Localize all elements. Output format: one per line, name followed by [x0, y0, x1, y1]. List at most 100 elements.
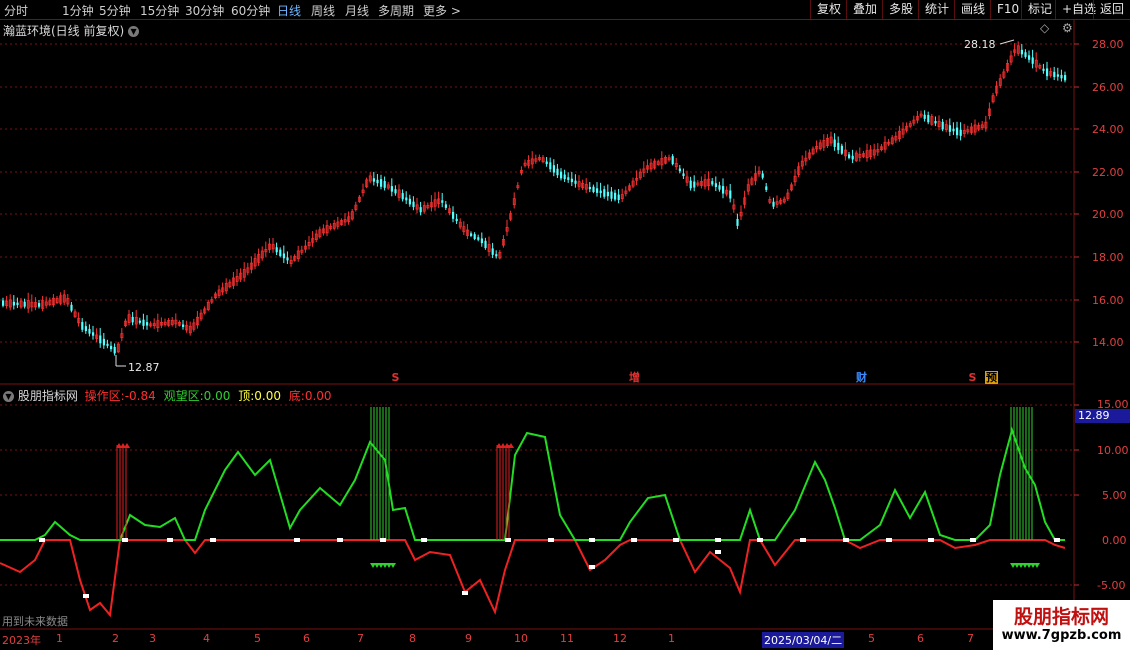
zero-marker [337, 538, 343, 542]
candle-body [1064, 75, 1067, 81]
date-tick: 5 [254, 632, 261, 645]
candle-body [1024, 52, 1027, 57]
price-tick: 28.00 [1092, 38, 1124, 51]
signal-arrow [390, 563, 396, 568]
zero-marker [1054, 538, 1060, 542]
candle-body [113, 346, 116, 354]
watermark-title: 股朋指标网 [1013, 606, 1109, 628]
indicator-tick: -5.00 [1097, 579, 1126, 592]
event-marker-increase[interactable]: 增 [628, 371, 641, 384]
candle-body [146, 322, 149, 326]
candle-body [952, 128, 955, 132]
candle-body [837, 142, 840, 151]
signal-arrow [1034, 563, 1040, 568]
candle-body [477, 237, 480, 240]
candle-body [718, 185, 721, 190]
candle-body [772, 201, 775, 207]
top-label: 顶: [238, 389, 255, 403]
point-marker [715, 550, 721, 554]
zero-marker [843, 538, 849, 542]
zero-marker [39, 538, 45, 542]
candle-body [714, 183, 717, 188]
gear-icon[interactable]: ⚙ [1062, 21, 1073, 35]
candle-body [455, 218, 458, 222]
watermark-url: www.7gpzb.com [1001, 628, 1122, 643]
candle-body [110, 345, 113, 350]
candle-body [92, 332, 95, 336]
candle-body [279, 249, 282, 256]
candle-body [549, 162, 552, 170]
watch-zone-label: 观望区: [163, 389, 204, 403]
indicator-positive-line [0, 426, 1065, 541]
candle-body [138, 320, 141, 323]
price-tick: 16.00 [1092, 294, 1124, 307]
candle-body [570, 178, 573, 183]
zero-marker [715, 538, 721, 542]
candle-body [689, 180, 692, 189]
candle-body [380, 179, 383, 187]
bottom-value: 0.00 [304, 389, 332, 403]
candle-body [286, 257, 289, 261]
date-tick: 11 [560, 632, 574, 645]
candle-body [470, 233, 473, 236]
candle-body [390, 186, 393, 192]
event-marker-forecast[interactable]: 预 [985, 371, 998, 384]
candle-body [614, 192, 617, 200]
zero-marker [505, 538, 511, 542]
candle-body [588, 186, 591, 190]
high-pointer [999, 39, 1015, 45]
date-tick: 5 [868, 632, 875, 645]
candle-body [552, 165, 555, 173]
candle-body [736, 218, 739, 226]
zero-marker [589, 538, 595, 542]
event-marker-finance[interactable]: 财 [855, 371, 868, 384]
candle-body [563, 174, 566, 180]
zero-marker [167, 538, 173, 542]
candle-body [444, 204, 447, 208]
indicator-name: 股朋指标网 [17, 389, 78, 403]
price-tick: 20.00 [1092, 208, 1124, 221]
candle-body [383, 181, 386, 188]
candle-body [1053, 71, 1056, 78]
candle-body [711, 181, 714, 185]
diamond-icon[interactable]: ◇ [1040, 21, 1049, 35]
candle-body [1028, 55, 1031, 60]
point-marker [83, 594, 89, 598]
zero-marker [380, 538, 386, 542]
candle-body [927, 114, 930, 123]
current-value-badge: 12.89 [1075, 409, 1130, 423]
candle-body [545, 161, 548, 165]
candle-body [851, 155, 854, 160]
candle-body [88, 328, 91, 334]
date-axis: 2023年 1 2 3 4 5 6 7 8 9 10 11 12 1 2025/… [0, 630, 1074, 650]
zero-marker [800, 538, 806, 542]
candle-body [599, 190, 602, 194]
candle-body [452, 211, 455, 219]
date-tick: 1 [668, 632, 675, 645]
candle-body [765, 186, 768, 190]
candle-body [484, 240, 487, 249]
candle-body [131, 316, 134, 323]
candle-body [1020, 49, 1023, 55]
price-tick: 18.00 [1092, 251, 1124, 264]
event-marker-s[interactable]: S [966, 371, 979, 384]
candle-body [1031, 57, 1034, 64]
candle-body [1060, 74, 1063, 79]
candle-body [394, 189, 397, 194]
date-tick: 2 [112, 632, 119, 645]
low-price-label: 12.87 [128, 361, 160, 374]
kline-chart[interactable] [0, 0, 1130, 650]
indicator-tick: 5.00 [1102, 489, 1127, 502]
event-marker-s[interactable]: S [389, 371, 402, 384]
candle-body [1046, 68, 1049, 77]
candle-body [761, 173, 764, 178]
candle-body [848, 154, 851, 158]
date-tick: 7 [357, 632, 364, 645]
chevron-down-icon[interactable]: ▼ [3, 391, 14, 402]
indicator-panel-header: ▼ 股朋指标网 操作区:-0.84 观望区:0.00 顶:0.00 底:0.00 [3, 387, 332, 404]
indicator-tick: 10.00 [1097, 444, 1129, 457]
date-tick: 3 [149, 632, 156, 645]
candle-body [678, 168, 681, 172]
candle-body [99, 335, 102, 344]
chevron-down-icon[interactable]: ▼ [128, 26, 140, 37]
